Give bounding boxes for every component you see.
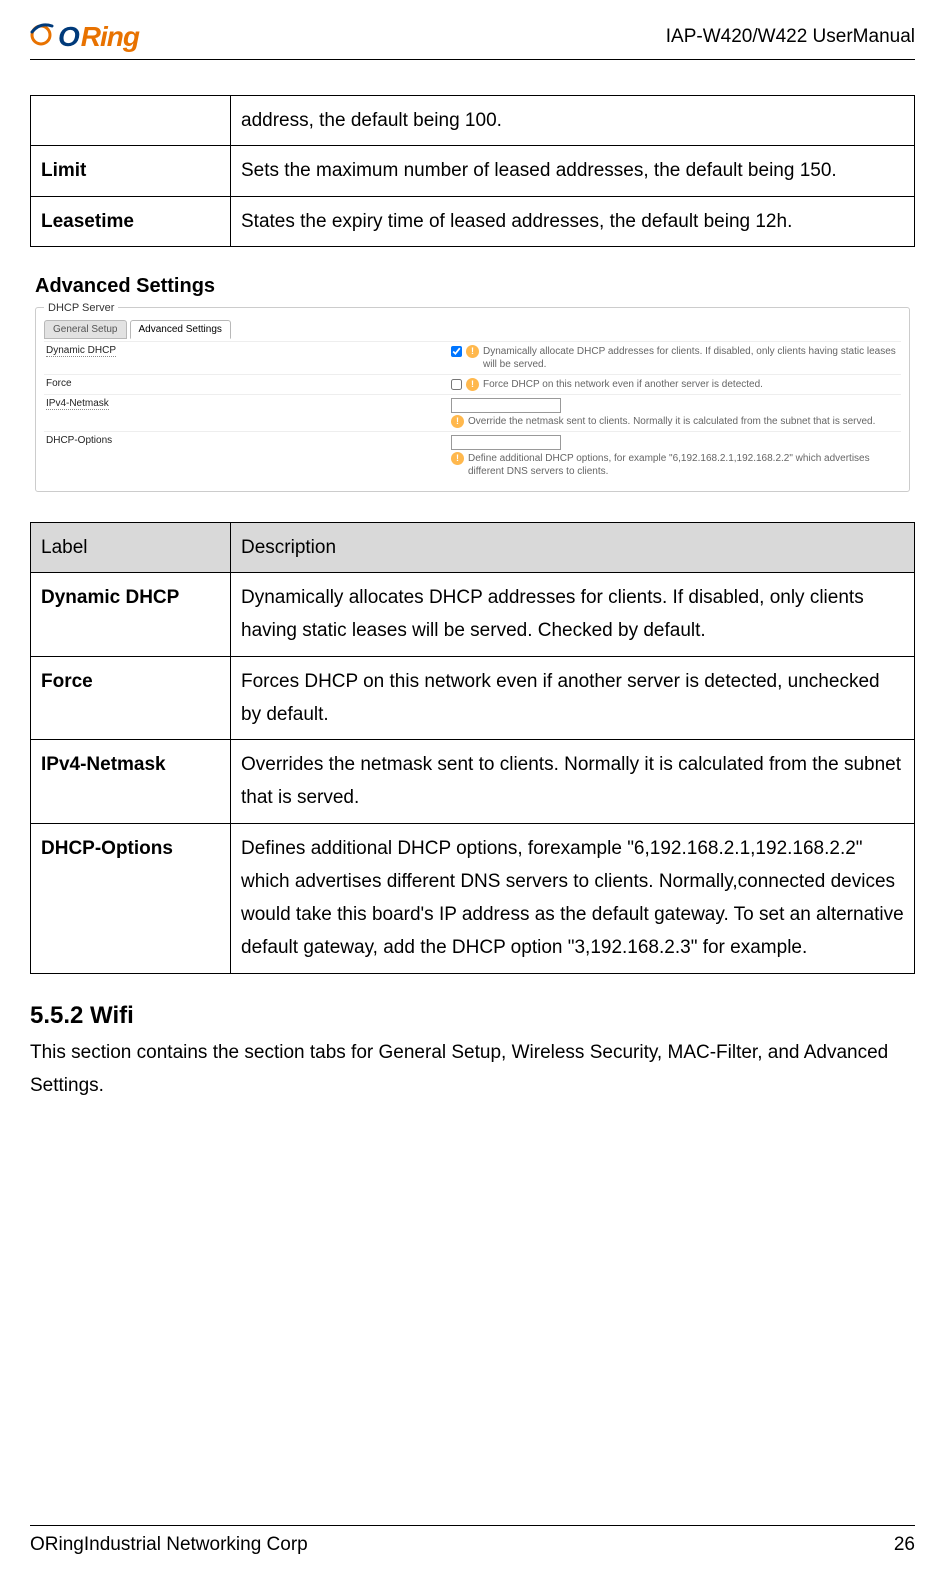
info-icon: !	[451, 415, 464, 428]
table-row: Dynamic DHCP Dynamically allocates DHCP …	[31, 573, 915, 657]
info-icon: !	[466, 345, 479, 358]
ipv4-netmask-input[interactable]	[451, 398, 561, 413]
dynamic-dhcp-checkbox[interactable]	[451, 346, 462, 357]
wifi-section-heading: 5.5.2 Wifi	[30, 1002, 915, 1030]
page-header: ORing IAP-W420/W422 UserManual	[30, 20, 915, 60]
cell-desc: Dynamically allocates DHCP addresses for…	[231, 573, 915, 657]
logo-text-ring: Ring	[81, 21, 139, 53]
page-footer: ORingIndustrial Networking Corp 26	[30, 1525, 915, 1556]
cell-label: Dynamic DHCP	[31, 573, 231, 657]
hint-text: Define additional DHCP options, for exam…	[468, 452, 899, 478]
hint-text: Force DHCP on this network even if anoth…	[483, 378, 763, 391]
table-row: address, the default being 100.	[31, 96, 915, 146]
table-row: Force Forces DHCP on this network even i…	[31, 656, 915, 740]
cell-label	[31, 96, 231, 146]
wifi-paragraph-1: This section contains the section tabs f…	[30, 1036, 915, 1069]
info-icon: !	[451, 452, 464, 465]
table-row: Limit Sets the maximum number of leased …	[31, 146, 915, 196]
cell-label: Limit	[31, 146, 231, 196]
footer-company: ORingIndustrial Networking Corp	[30, 1534, 308, 1556]
cell-desc: address, the default being 100.	[231, 96, 915, 146]
table-row: IPv4-Netmask Overrides the netmask sent …	[31, 740, 915, 824]
wifi-paragraph-2: Settings.	[30, 1069, 915, 1102]
row-label: Force	[46, 378, 451, 389]
logo-text-o: O	[58, 21, 79, 53]
dhcp-server-fieldset: DHCP Server General Setup Advanced Setti…	[35, 302, 910, 492]
tab-general-setup[interactable]: General Setup	[44, 320, 127, 339]
cell-label: Force	[31, 656, 231, 740]
row-dynamic-dhcp: Dynamic DHCP ! Dynamically allocate DHCP…	[44, 341, 901, 374]
cell-desc: Defines additional DHCP options, forexam…	[231, 823, 915, 973]
hint-text: Dynamically allocate DHCP addresses for …	[483, 345, 899, 371]
row-label: DHCP-Options	[46, 435, 451, 446]
advanced-settings-table: Label Description Dynamic DHCP Dynamical…	[30, 522, 915, 974]
cell-desc: Sets the maximum number of leased addres…	[231, 146, 915, 196]
row-dhcp-options: DHCP-Options ! Define additional DHCP op…	[44, 431, 901, 481]
cell-label: Leasetime	[31, 196, 231, 246]
document-title: IAP-W420/W422 UserManual	[666, 26, 915, 48]
table-header-row: Label Description	[31, 522, 915, 572]
info-icon: !	[466, 378, 479, 391]
dhcp-basic-table: address, the default being 100. Limit Se…	[30, 95, 915, 247]
advanced-settings-heading: Advanced Settings	[35, 275, 915, 298]
footer-page-number: 26	[894, 1534, 915, 1556]
header-label: Label	[31, 522, 231, 572]
cell-desc: Forces DHCP on this network even if anot…	[231, 656, 915, 740]
row-ipv4-netmask: IPv4-Netmask ! Override the netmask sent…	[44, 394, 901, 431]
table-row: DHCP-Options Defines additional DHCP opt…	[31, 823, 915, 973]
force-checkbox[interactable]	[451, 379, 462, 390]
cell-label: DHCP-Options	[31, 823, 231, 973]
cell-desc: Overrides the netmask sent to clients. N…	[231, 740, 915, 824]
hint-text: Override the netmask sent to clients. No…	[468, 415, 875, 428]
cell-label: IPv4-Netmask	[31, 740, 231, 824]
fieldset-legend: DHCP Server	[44, 302, 118, 314]
tab-bar: General Setup Advanced Settings	[44, 320, 901, 339]
row-label: IPv4-Netmask	[46, 398, 451, 409]
brand-logo: ORing	[30, 20, 139, 53]
tab-advanced-settings[interactable]: Advanced Settings	[130, 320, 231, 339]
table-row: Leasetime States the expiry time of leas…	[31, 196, 915, 246]
header-description: Description	[231, 522, 915, 572]
cell-desc: States the expiry time of leased address…	[231, 196, 915, 246]
dhcp-options-input[interactable]	[451, 435, 561, 450]
row-force: Force ! Force DHCP on this network even …	[44, 374, 901, 394]
row-label: Dynamic DHCP	[46, 345, 451, 356]
logo-icon	[30, 20, 56, 46]
